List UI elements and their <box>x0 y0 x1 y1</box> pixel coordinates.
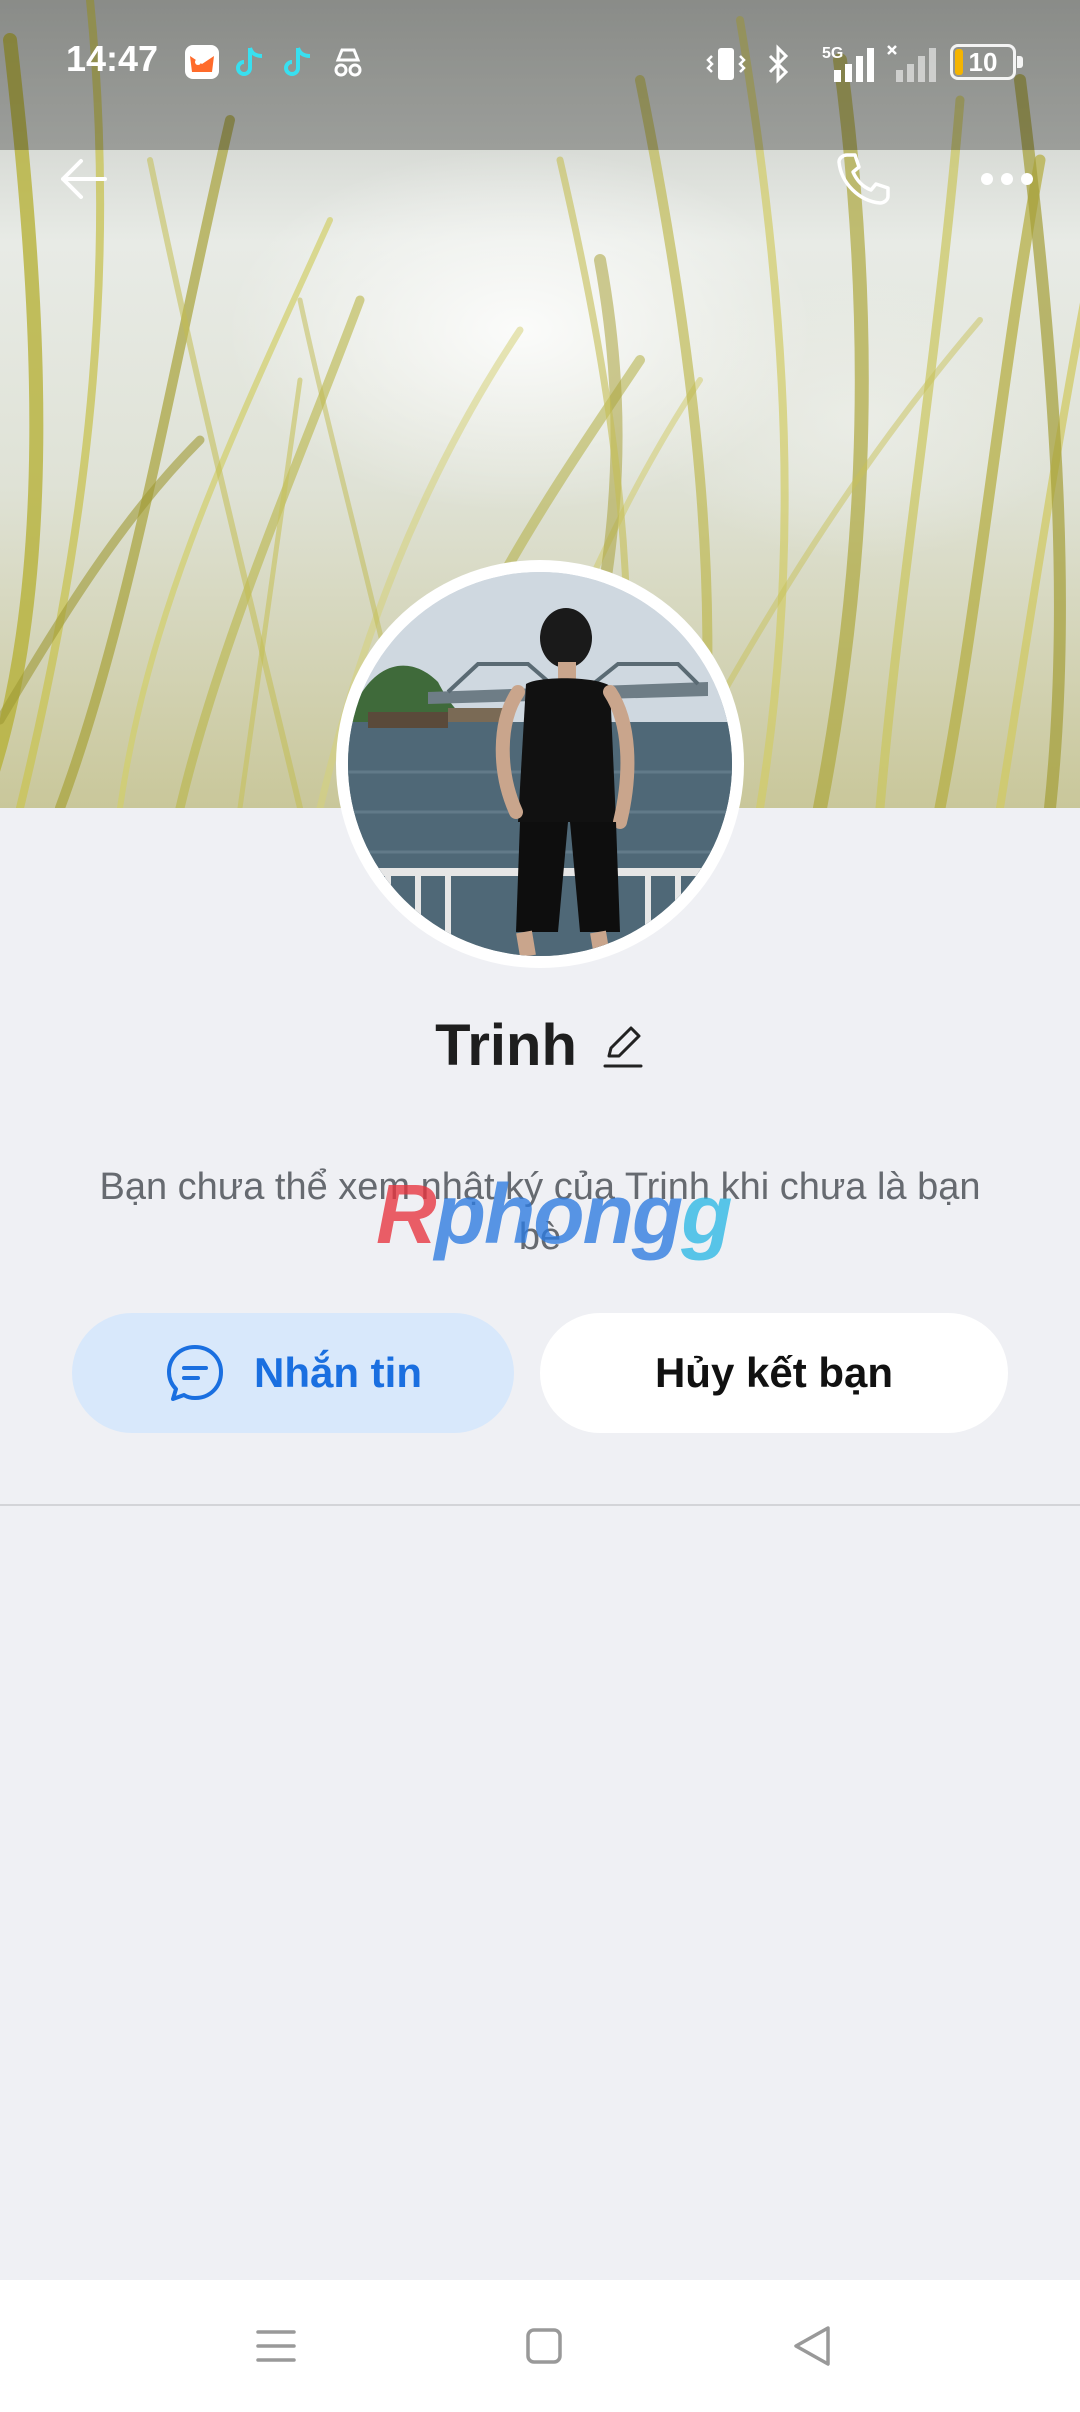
pencil-icon <box>603 1026 643 1067</box>
message-button-label: Nhắn tin <box>254 1349 422 1396</box>
signal-icon: 5G <box>822 45 874 82</box>
tiktok-icon <box>284 47 311 76</box>
edit-name-button[interactable] <box>601 1022 645 1070</box>
avatar-photo <box>348 572 732 956</box>
game-app-icon <box>185 45 219 79</box>
profile-name-row: Trinh <box>0 1012 1080 1079</box>
status-time: 14:47 <box>66 38 159 79</box>
home-button[interactable] <box>514 2316 574 2376</box>
more-dots-icon <box>981 173 1033 185</box>
bluetooth-icon <box>768 44 789 84</box>
back-button[interactable] <box>38 134 128 224</box>
message-button[interactable]: Nhắn tin <box>72 1313 514 1433</box>
phone-icon <box>837 153 890 205</box>
incognito-icon <box>334 48 362 77</box>
profile-name: Trinh <box>435 1013 577 1078</box>
tiktok-icon <box>236 47 263 76</box>
menu-icon <box>256 2330 296 2362</box>
avatar-scene <box>348 572 732 956</box>
battery-level: 10 <box>968 47 998 77</box>
home-icon <box>526 2328 562 2364</box>
signal-no-service-icon <box>887 45 936 82</box>
call-button[interactable] <box>818 134 908 224</box>
watermark-logo: Rphongg <box>376 1167 733 1261</box>
vibrate-icon <box>706 48 746 80</box>
recent-apps-button[interactable] <box>246 2316 306 2376</box>
system-nav-bar <box>0 2280 1080 2412</box>
unfriend-button-label: Hủy kết bạn <box>654 1349 894 1396</box>
chat-bubble-icon <box>167 1345 223 1401</box>
system-back-button[interactable] <box>782 2316 842 2376</box>
section-divider <box>0 1504 1080 1506</box>
back-triangle-icon <box>794 2326 830 2366</box>
arrow-left-icon <box>61 159 107 199</box>
battery-icon: 10 <box>950 44 1023 80</box>
status-bar: 14:47 5G 10 <box>0 0 1080 120</box>
unfriend-button[interactable]: Hủy kết bạn <box>540 1313 1008 1433</box>
svg-text:5G: 5G <box>822 45 843 62</box>
avatar[interactable] <box>336 560 744 968</box>
more-button[interactable] <box>962 134 1052 224</box>
